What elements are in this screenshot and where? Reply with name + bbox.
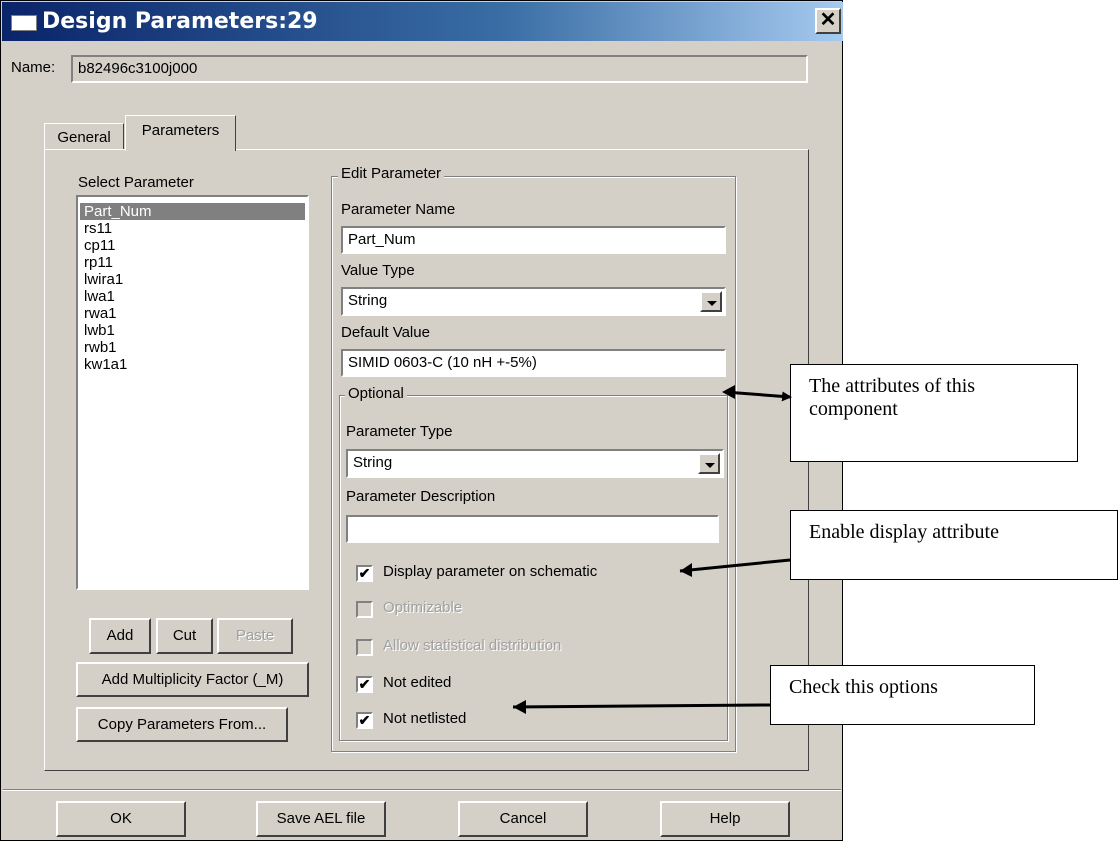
tab-parameters[interactable]: Parameters: [125, 115, 236, 151]
arrowhead-check: [513, 700, 526, 714]
arrow-check: [512, 703, 771, 709]
arrowhead-attributes: [722, 385, 735, 399]
arrowhead-display: [680, 563, 692, 577]
arrow-display: [679, 558, 791, 573]
